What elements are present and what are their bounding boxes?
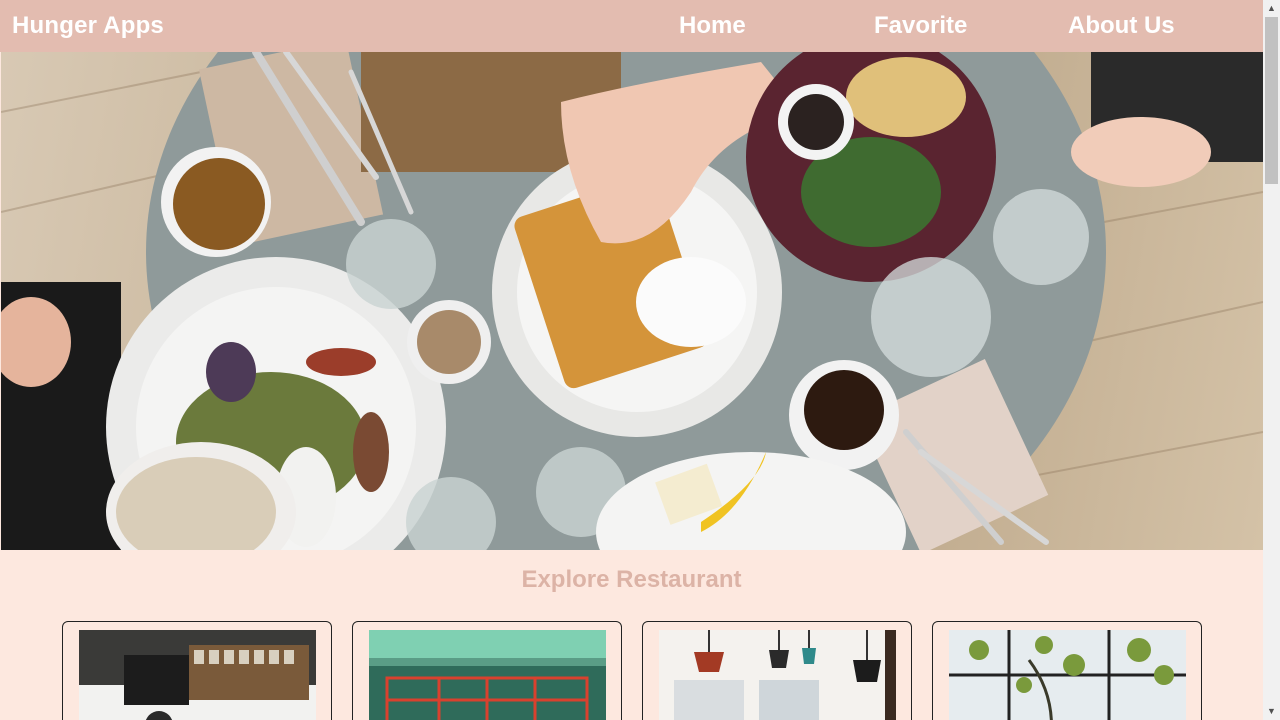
scrollbar-thumb[interactable] [1265, 17, 1278, 184]
restaurant-card-list [0, 621, 1263, 720]
scroll-up-arrow-icon[interactable]: ▲ [1263, 0, 1280, 17]
page: Hunger Apps Home Favorite About Us Explo… [0, 0, 1263, 720]
restaurant-card[interactable] [352, 621, 622, 720]
nav-favorite-link[interactable]: Favorite [874, 12, 967, 40]
nav-home-link[interactable]: Home [679, 12, 746, 40]
restaurant-interior-lamps-image [659, 630, 896, 720]
restaurant-storefront-image [369, 630, 606, 720]
restaurant-plants-window-image [949, 630, 1186, 720]
restaurant-card[interactable] [62, 621, 332, 720]
scroll-down-arrow-icon[interactable]: ▼ [1263, 703, 1280, 720]
page-scrollbar[interactable]: ▲ ▼ [1263, 0, 1280, 720]
restaurant-kitchen-image [79, 630, 316, 720]
app-header: Hunger Apps Home Favorite About Us [0, 0, 1263, 52]
brand-logo-link[interactable]: Hunger Apps [12, 12, 164, 40]
hero-food-table-illustration [1, 52, 1263, 550]
explore-restaurant-heading: Explore Restaurant [521, 566, 742, 593]
restaurant-card[interactable] [642, 621, 912, 720]
restaurant-card[interactable] [932, 621, 1202, 720]
nav-about-us-link[interactable]: About Us [1068, 12, 1175, 40]
hero-image [1, 52, 1263, 550]
